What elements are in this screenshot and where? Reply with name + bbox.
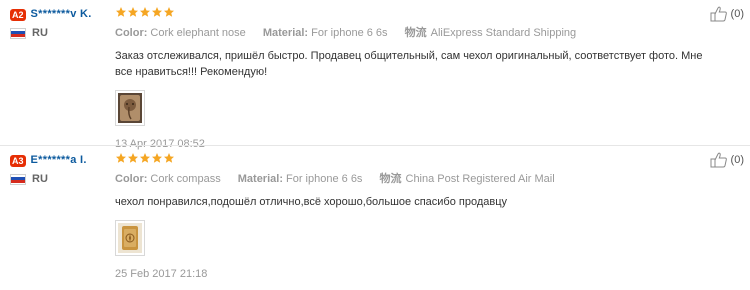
helpful-count: (0) — [730, 154, 744, 166]
phone-case-image — [118, 93, 142, 123]
reviewer-info: A3 E*******a I. RU — [10, 154, 105, 185]
reviewer-country: RU — [10, 27, 105, 39]
reviewer-country: RU — [10, 173, 105, 185]
material-value: For iphone 6 6s — [311, 27, 388, 39]
review-photo-thumbnail[interactable] — [115, 220, 145, 256]
review-text: Заказ отслеживался, пришёл быстро. Прода… — [115, 50, 703, 78]
review-photo-thumbnail[interactable] — [115, 90, 145, 126]
star-icon — [140, 153, 150, 163]
color-label: Color: — [115, 173, 148, 185]
star-icon — [140, 7, 150, 17]
review-content: Color: Cork compass Material: For iphone 6… — [115, 152, 715, 280]
star-icon — [164, 153, 174, 163]
color-label: Color: — [115, 27, 148, 39]
russia-flag-icon — [10, 173, 26, 185]
country-code: RU — [32, 27, 48, 39]
phone-case-image — [118, 223, 142, 253]
helpful-button[interactable]: (0) — [710, 6, 744, 22]
review-text: чехол понравился,подошёл отлично,всё хор… — [115, 196, 508, 208]
review-date: 25 Feb 2017 21:18 — [115, 268, 208, 280]
order-info: Color: Cork elephant nose Material: For ip… — [115, 24, 715, 40]
review-item: A3 E*******a I. RU Color: Cork compass Ma… — [0, 145, 750, 290]
reviewer-name[interactable]: S*******v K. — [31, 8, 101, 21]
star-icon — [116, 7, 126, 17]
level-badge: A2 — [10, 9, 26, 21]
material-value: For iphone 6 6s — [286, 173, 363, 185]
material-label: Material: — [237, 173, 283, 185]
star-icon — [152, 153, 162, 163]
level-badge: A3 — [10, 155, 26, 167]
reviewer-info: A2 S*******v K. RU — [10, 8, 105, 39]
russia-flag-icon — [10, 27, 26, 39]
helpful-button[interactable]: (0) — [710, 152, 744, 168]
review-content: Color: Cork elephant nose Material: For ip… — [115, 6, 715, 150]
material-label: Material: — [262, 27, 309, 39]
star-rating — [115, 152, 715, 166]
thumbs-up-icon — [710, 152, 727, 168]
helpful-count: (0) — [730, 8, 744, 20]
shipping-label: 物流 — [404, 27, 427, 39]
shipping-value: AliExpress Standard Shipping — [430, 27, 577, 39]
country-code: RU — [32, 173, 48, 185]
star-icon — [116, 153, 126, 163]
star-icon — [128, 153, 138, 163]
thumbs-up-icon — [710, 6, 727, 22]
order-info: Color: Cork compass Material: For iphone 6… — [115, 170, 715, 186]
reviewer-name[interactable]: E*******a I. — [31, 154, 101, 167]
star-rating — [115, 6, 715, 20]
shipping-value: China Post Registered Air Mail — [405, 173, 555, 185]
shipping-label: 物流 — [379, 173, 402, 185]
color-value: Cork elephant nose — [150, 27, 246, 39]
color-value: Cork compass — [150, 173, 221, 185]
star-icon — [164, 7, 174, 17]
star-icon — [128, 7, 138, 17]
review-item: A2 S*******v K. RU Color: Cork elephant n… — [0, 0, 750, 150]
star-icon — [152, 7, 162, 17]
